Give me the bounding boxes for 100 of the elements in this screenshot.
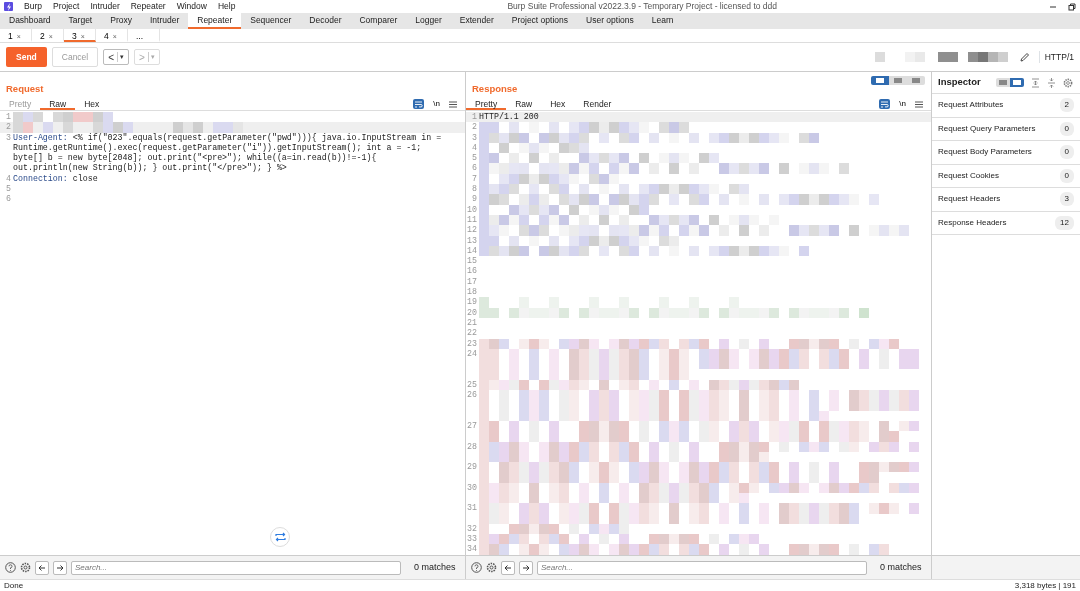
menu-item[interactable]: Repeater (130, 0, 166, 13)
arrow-right-icon (56, 563, 64, 572)
line-number: 19 (466, 297, 478, 308)
line-number: 23 (466, 338, 478, 349)
layout-toggle[interactable] (889, 76, 907, 85)
view-tab[interactable]: Hex (75, 98, 109, 110)
inspector-section[interactable]: Request Headers 3 (932, 188, 1080, 212)
line-number: 4 (471, 142, 478, 154)
line-number: 9 (471, 194, 478, 205)
window-title: Burp Suite Professional v2022.3.9 - Temporary Project - licensed to ddd (506, 0, 779, 13)
main-tab[interactable]: Target (59, 13, 102, 29)
line-number: 13 (466, 235, 478, 246)
code-line: Connection: close (13, 173, 98, 183)
inspector-section[interactable]: Request Cookies 0 (932, 164, 1080, 188)
menu-item[interactable]: Project (52, 0, 80, 13)
menu-item[interactable]: Help (217, 0, 236, 13)
view-tab[interactable]: Hex (541, 98, 575, 110)
pixelated-text (874, 51, 925, 63)
newline-toggle[interactable]: \n (433, 98, 440, 110)
line-number: 33 (466, 534, 478, 545)
line-number: 34 (466, 544, 478, 555)
swap-arrows-icon (274, 532, 286, 542)
expand-icon[interactable] (1030, 77, 1040, 88)
line-number: 26 (466, 390, 478, 401)
status-text: Done (4, 579, 24, 591)
help-icon[interactable] (5, 562, 16, 573)
line-number: 1 (5, 112, 12, 123)
byte-count: 3,318 bytes | 191 (1014, 579, 1076, 591)
inspector-section[interactable]: Request Attributes 2 (932, 94, 1080, 118)
match-count: 0 matches (413, 560, 456, 574)
main-tab[interactable]: Intruder (140, 13, 189, 29)
main-tab[interactable]: Learn (642, 13, 683, 29)
line-number: 29 (466, 462, 478, 474)
layout-toggle[interactable] (995, 78, 1010, 87)
line-number: 21 (466, 317, 478, 329)
main-tab[interactable]: Sequencer (241, 13, 301, 29)
line-number: 24 (466, 348, 478, 360)
pixelated-text (937, 51, 1008, 63)
settings-icon[interactable] (486, 562, 497, 573)
layout-toggle[interactable] (1009, 78, 1024, 87)
main-tab[interactable]: Comparer (350, 13, 407, 29)
next-button[interactable] (53, 560, 67, 575)
line-number: 25 (466, 379, 478, 390)
code-line: HTTP/1.1 200 (479, 112, 539, 121)
line-number: 5 (471, 153, 478, 164)
menu-item[interactable]: Window (176, 0, 207, 13)
layout-toggle[interactable] (907, 76, 925, 85)
line-number: 14 (466, 245, 478, 257)
line-number: 6 (471, 163, 478, 174)
main-tab[interactable]: Dashboard (0, 13, 60, 29)
line-number: 12 (466, 225, 478, 236)
line-number: 22 (466, 328, 478, 339)
inspector-section[interactable]: Request Query Parameters 0 (932, 117, 1080, 141)
line-number: 3 (471, 132, 478, 143)
menu-item[interactable]: Burp (24, 0, 42, 13)
line-number: 1 (471, 112, 478, 123)
collapse-icon[interactable] (1046, 77, 1056, 88)
arrow-left-icon (38, 563, 46, 572)
restore-icon[interactable] (1068, 2, 1076, 11)
menu-item[interactable]: Intruder (90, 0, 120, 13)
search-field[interactable]: Search... (537, 560, 867, 575)
line-number: 7 (471, 173, 478, 185)
settings-icon[interactable] (1062, 77, 1073, 88)
inspector-section[interactable]: Request Body Parameters 0 (932, 141, 1080, 165)
main-tab[interactable]: Decoder (300, 13, 351, 29)
line-number: 2 (471, 122, 478, 133)
view-tab[interactable]: Render (574, 98, 621, 110)
search-field[interactable]: Search... (71, 560, 401, 575)
session-tab[interactable]: ... (128, 29, 160, 42)
swap-button[interactable] (270, 527, 290, 547)
line-number: 10 (466, 204, 478, 215)
protocol-label[interactable]: HTTP/1 (1039, 50, 1074, 64)
main-tab[interactable]: Extender (450, 13, 503, 29)
previous-button[interactable] (501, 560, 515, 575)
main-tab[interactable]: Proxy (101, 13, 141, 29)
main-tab[interactable]: Repeater (188, 13, 242, 29)
main-tab[interactable]: Project options (502, 13, 577, 29)
line-number: 18 (466, 287, 478, 298)
pencil-icon[interactable] (1018, 51, 1030, 63)
view-tab[interactable]: Pretty (466, 98, 507, 110)
request-title: Request (6, 81, 44, 96)
inspector-section[interactable]: Response Headers 12 (932, 211, 1080, 235)
main-tab[interactable]: Logger (406, 13, 451, 29)
line-number: 3 (5, 132, 12, 144)
layout-toggle[interactable] (871, 76, 889, 85)
help-icon[interactable] (471, 562, 482, 573)
next-button[interactable] (519, 560, 533, 575)
view-tab[interactable]: Raw (506, 98, 542, 110)
arrow-left-icon (504, 563, 512, 572)
line-number: 32 (466, 523, 478, 535)
menu-icon[interactable] (915, 100, 923, 108)
main-tab[interactable]: User options (577, 13, 643, 29)
previous-button[interactable] (35, 560, 49, 575)
view-tab[interactable]: Raw (40, 98, 76, 110)
line-number: 27 (466, 420, 478, 432)
newline-toggle[interactable]: \n (899, 98, 906, 110)
settings-icon[interactable] (20, 562, 31, 573)
wrap-toggle[interactable] (413, 99, 425, 109)
menu-icon[interactable] (449, 100, 457, 108)
wrap-toggle[interactable] (879, 99, 891, 109)
